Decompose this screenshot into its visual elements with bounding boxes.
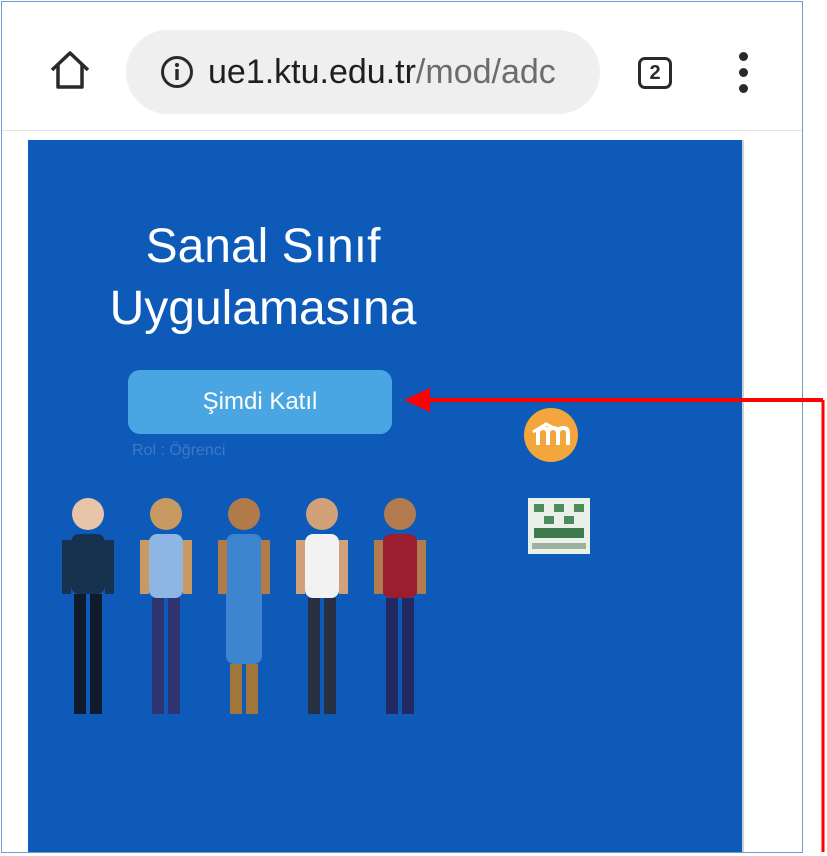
home-icon[interactable] xyxy=(48,48,92,92)
title-line-1: Sanal Sınıf xyxy=(145,220,381,273)
page-title: Sanal Sınıf Uygulamasına xyxy=(88,216,438,340)
title-line-2: Uygulamasına xyxy=(109,282,417,335)
moodle-logo-icon[interactable] xyxy=(524,408,578,462)
url-text[interactable]: ue1.ktu.edu.tr/mod/adc xyxy=(208,51,598,95)
person-1-figure xyxy=(62,498,114,714)
people-illustration xyxy=(62,498,426,714)
virtual-class-page: Sanal Sınıf Uygulamasına Şimdi Katıl Rol… xyxy=(28,140,742,852)
url-path: /mod/adc xyxy=(415,53,556,91)
person-2-figure xyxy=(140,498,192,714)
person-4-figure xyxy=(296,498,348,714)
address-bar[interactable]: ue1.ktu.edu.tr/mod/adc xyxy=(126,30,600,114)
info-icon[interactable] xyxy=(160,55,194,89)
role-label: Rol : Öğrenci xyxy=(132,442,226,459)
person-3-figure xyxy=(218,498,270,714)
join-now-button[interactable]: Şimdi Katıl xyxy=(128,370,392,434)
browser-toolbar: ue1.ktu.edu.tr/mod/adc 2 xyxy=(2,2,802,131)
adobe-connect-logo-icon[interactable] xyxy=(528,498,590,554)
tabs-icon[interactable]: 2 xyxy=(638,57,672,89)
overflow-menu-icon[interactable] xyxy=(736,52,752,94)
page-scrollbar[interactable] xyxy=(742,140,744,852)
person-5-figure xyxy=(374,498,426,714)
url-host: ue1.ktu.edu.tr xyxy=(208,53,416,91)
